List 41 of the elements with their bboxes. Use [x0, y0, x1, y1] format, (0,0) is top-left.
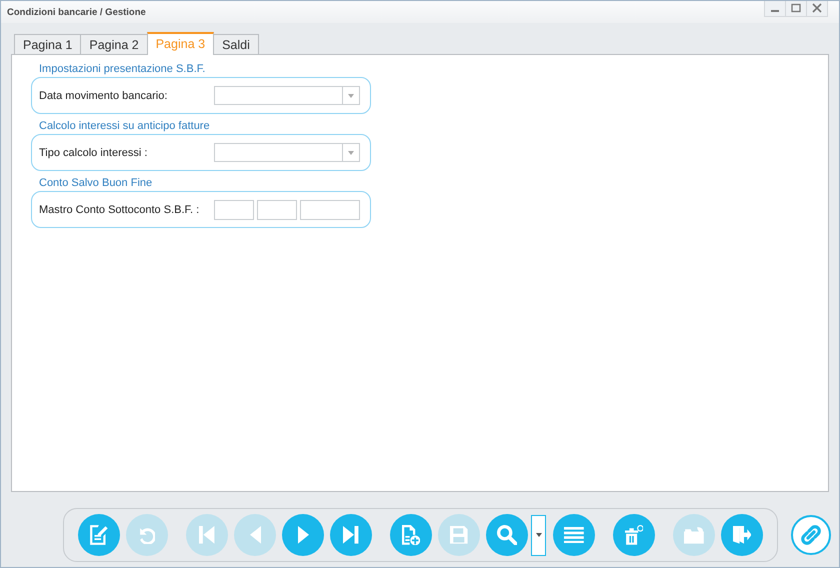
tab[interactable]: Saldi: [213, 34, 259, 54]
document-pencil-icon: [89, 524, 109, 546]
caret-icon: [536, 533, 542, 537]
new-document-button[interactable]: [390, 514, 432, 556]
input-field[interactable]: [300, 200, 360, 220]
section-title: Calcolo interessi su anticipo fatture: [38, 120, 211, 134]
skip-forward-icon: [343, 526, 359, 544]
next-button[interactable]: [282, 514, 324, 556]
section-title: Conto Salvo Buon Fine: [38, 177, 154, 191]
caret-icon: [348, 150, 354, 154]
section-title: Impostazioni presentazione S.B.F.: [38, 63, 206, 77]
search-button[interactable]: [486, 514, 528, 556]
folder-icon: [684, 526, 704, 544]
last-record-button[interactable]: [330, 514, 372, 556]
delete-button[interactable]: [613, 514, 655, 556]
dropdown-field[interactable]: [214, 86, 360, 105]
trash-icon: [624, 525, 644, 545]
link-button[interactable]: [791, 515, 831, 555]
undo-arrow-icon: [138, 526, 156, 544]
skip-back-icon: [199, 526, 215, 544]
caret-icon: [348, 94, 354, 98]
list-button[interactable]: [553, 514, 595, 556]
search-icon: [496, 524, 518, 546]
field-label: Data movimento bancario:: [39, 90, 168, 102]
tab[interactable]: Pagina 2: [80, 34, 148, 54]
document-plus-icon: [402, 524, 420, 546]
triangle-left-icon: [250, 526, 260, 544]
search-options-dropdown[interactable]: [531, 514, 546, 556]
dropdown-field[interactable]: [214, 143, 360, 162]
field-label: Mastro Conto Sottoconto S.B.F. :: [39, 204, 200, 216]
input-field[interactable]: [257, 200, 297, 220]
edit-button[interactable]: [78, 514, 120, 556]
exit-button[interactable]: [721, 514, 763, 556]
door-arrow-icon: [732, 526, 752, 544]
triangle-right-icon: [298, 526, 308, 544]
input-field[interactable]: [214, 200, 254, 220]
list-lines-icon: [564, 526, 584, 544]
field-label: Tipo calcolo interessi :: [39, 146, 148, 158]
chain-link-icon: [798, 522, 824, 548]
tab[interactable]: Pagina 1: [14, 34, 82, 54]
window-title: Condizioni bancarie / Gestione: [6, 6, 146, 18]
